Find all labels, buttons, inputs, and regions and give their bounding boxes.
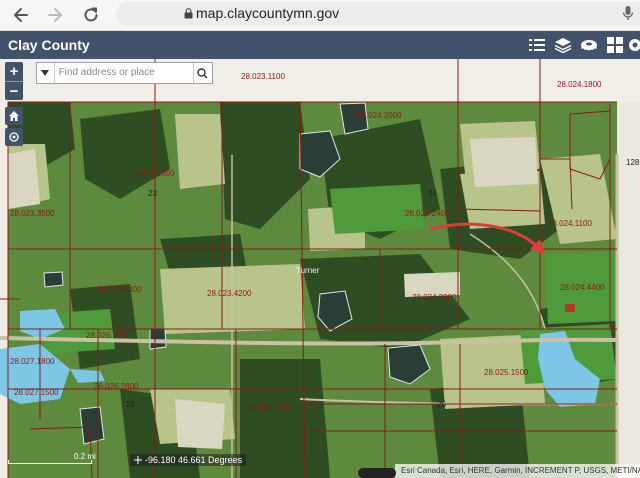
locate-button[interactable] — [5, 128, 23, 146]
reload-button[interactable] — [80, 4, 102, 26]
forward-button[interactable] — [44, 4, 66, 26]
parcel-label[interactable]: 28.024.4400 — [560, 283, 605, 292]
search-widget — [36, 62, 213, 84]
road-label: 23 — [148, 189, 157, 198]
search-button[interactable] — [192, 63, 212, 83]
locate-icon — [9, 132, 19, 142]
parcel-label[interactable]: 28.027.1800 — [10, 357, 55, 366]
back-button[interactable] — [10, 4, 32, 26]
road-label: 24 — [428, 189, 437, 198]
app-title: Clay County — [8, 37, 90, 53]
scale-label: 0.2 mi — [74, 452, 96, 461]
caret-down-icon — [41, 70, 50, 76]
measure-icon[interactable] — [580, 36, 598, 54]
zoom-control: + − — [5, 62, 23, 100]
parcel-label[interactable]: 28.023.4200 — [207, 289, 252, 298]
parcel-label[interactable]: 28.023.3400 — [97, 285, 142, 294]
road-label: 25 — [437, 400, 446, 409]
app-header: Clay County — [0, 31, 640, 59]
place-label: Turner — [296, 266, 320, 275]
parcel-label[interactable]: 28.025.1500 — [484, 368, 529, 377]
parcel-label[interactable]: 28.024.1800 — [557, 80, 602, 89]
microphone-icon[interactable] — [622, 5, 634, 21]
forward-arrow-icon — [48, 8, 62, 22]
aerial-imagery — [0, 59, 640, 478]
parcel-label[interactable]: 28.026.0400 — [248, 402, 293, 411]
home-button[interactable] — [5, 107, 23, 125]
basemap-gallery-icon[interactable] — [606, 36, 624, 54]
attribution-text: Esri Canada, Esri, HERE, Garmin, INCREME… — [401, 466, 640, 475]
home-icon — [9, 111, 19, 121]
parcel-label[interactable]: 28.024.3000 — [412, 293, 457, 302]
parcel-label[interactable]: 28.024.2400 — [405, 209, 450, 218]
search-source-dropdown[interactable] — [37, 63, 55, 83]
coordinate-text: -96.180 46.661 Degrees — [145, 455, 243, 465]
address-bar[interactable] — [116, 2, 640, 26]
browser-toolbar: map.claycountymn.gov — [0, 0, 640, 31]
parcel-label[interactable]: 28.023.3500 — [10, 209, 55, 218]
parcel-label[interactable]: 28.023.1100 — [241, 72, 285, 81]
coordinate-readout: -96.180 46.661 Degrees — [130, 454, 247, 466]
parcel-label[interactable]: 28.024.1100 — [548, 219, 592, 228]
lock-icon — [184, 8, 193, 19]
list-icon[interactable] — [528, 36, 546, 54]
road-label: 128 — [626, 158, 640, 167]
map-attribution: Esri Canada, Esri, HERE, Garmin, INCREME… — [395, 464, 640, 478]
crosshair-icon[interactable] — [134, 456, 142, 464]
zoom-in-button[interactable]: + — [5, 62, 23, 81]
back-arrow-icon — [14, 8, 28, 22]
search-icon — [197, 67, 208, 78]
search-input[interactable] — [54, 63, 193, 81]
address-bar-url: map.claycountymn.gov — [196, 5, 340, 21]
settings-icon[interactable] — [626, 36, 640, 54]
parcel-label[interactable]: 28.026.2800 — [94, 382, 139, 391]
parcel-label[interactable]: 28.027.1500 — [14, 388, 59, 397]
road-label: 25 — [126, 400, 135, 409]
parcel-label[interactable]: 28.023.1600 — [130, 169, 175, 178]
reload-icon — [84, 7, 98, 22]
layers-icon[interactable] — [554, 36, 572, 54]
parcel-label[interactable]: 28.024.2000 — [357, 111, 402, 120]
map-view[interactable]: 28.023.1100 28.024.1800 28.024.2000 28.0… — [0, 59, 640, 478]
parcel-label[interactable]: 28.026.2500 — [86, 331, 131, 340]
home-indicator — [358, 468, 396, 478]
zoom-out-button[interactable]: − — [5, 82, 23, 101]
